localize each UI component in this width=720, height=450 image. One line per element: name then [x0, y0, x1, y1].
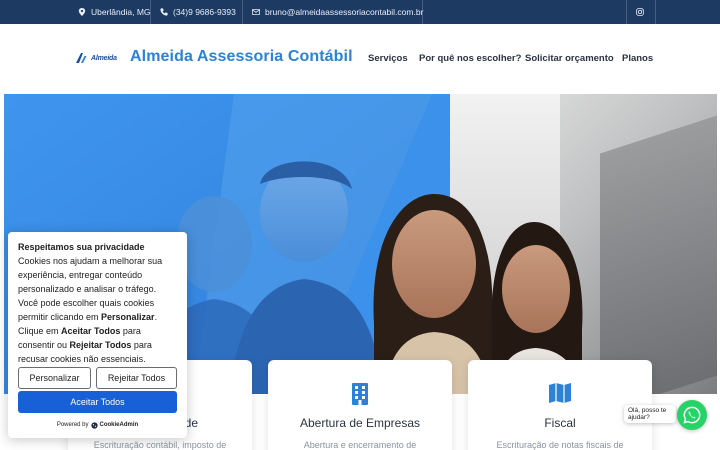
cookie-icon	[90, 421, 98, 429]
logo[interactable]: Almeida	[75, 51, 117, 65]
cookie-consent-banner: Respeitamos sua privacidade Cookies nos …	[8, 232, 187, 438]
powered-by[interactable]: Powered by CookieAdmin	[8, 418, 187, 432]
top-bar: Uberlândia, MG (34)9 9686-9393 bruno@alm…	[0, 0, 720, 24]
brand-name[interactable]: Almeida Assessoria Contábil	[130, 48, 353, 66]
email-item[interactable]: bruno@almeidaassessoriacontabil.com.br	[242, 0, 433, 24]
site-header: Almeida Almeida Assessoria Contábil Serv…	[0, 24, 720, 94]
logo-word: Almeida	[91, 54, 117, 62]
service-card-desc: Escrituração contábil, imposto de	[93, 440, 227, 450]
envelope-icon	[252, 9, 260, 15]
phone-text: (34)9 9686-9393	[173, 7, 236, 17]
whatsapp-button[interactable]	[677, 400, 707, 430]
nav-solicitar-orcamento[interactable]: Solicitar orçamento	[525, 53, 614, 64]
map-pin-icon	[78, 8, 86, 16]
nav-planos[interactable]: Planos	[622, 53, 653, 64]
location-item: Uberlândia, MG	[68, 0, 161, 24]
location-text: Uberlândia, MG	[91, 7, 151, 17]
email-text: bruno@almeidaassessoriacontabil.com.br	[265, 7, 424, 17]
instagram-link[interactable]	[626, 0, 654, 24]
whatsapp-icon	[683, 406, 701, 424]
cookie-title: Respeitamos sua privacidade	[18, 242, 145, 252]
service-card-desc: Escrituração de notas fiscais de	[496, 440, 624, 450]
building-icon	[352, 383, 368, 405]
instagram-icon	[636, 8, 644, 16]
service-card-abertura[interactable]: Abertura de Empresas Abertura e encerram…	[268, 360, 452, 450]
nav-servicos[interactable]: Serviços	[368, 53, 408, 64]
logo-mark-icon	[76, 53, 87, 63]
whatsapp-bubble[interactable]: Olá, posso te ajudar?	[624, 405, 676, 423]
accept-all-button[interactable]: Aceitar Todos	[18, 391, 177, 413]
map-icon	[549, 383, 571, 403]
phone-icon	[160, 8, 168, 16]
cookie-text: Cookies nos ajudam a melhorar sua experi…	[18, 256, 163, 364]
phone-item[interactable]: (34)9 9686-9393	[150, 0, 246, 24]
service-card-desc: Abertura e encerramento de	[303, 440, 417, 450]
nav-por-que-nos-escolher[interactable]: Por quê nos escolher?	[419, 53, 521, 64]
reject-all-button[interactable]: Rejeitar Todos	[96, 367, 177, 389]
service-card-title: Abertura de Empresas	[299, 416, 421, 430]
customize-button[interactable]: Personalizar	[18, 367, 91, 389]
